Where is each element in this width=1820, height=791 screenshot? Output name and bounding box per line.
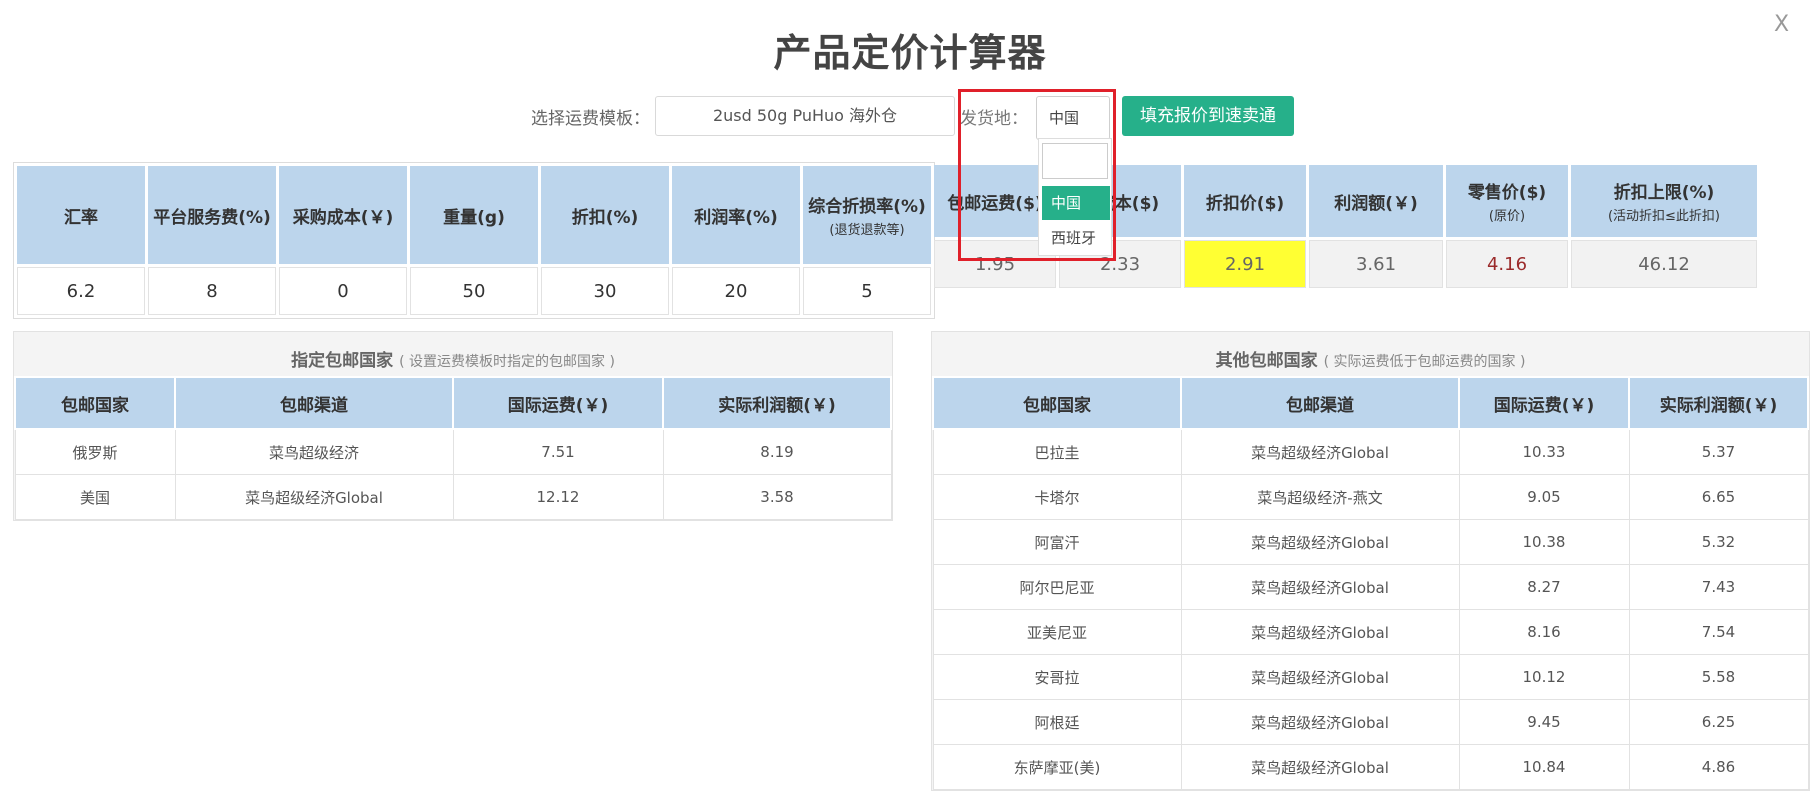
header-purchase-cost: 采购成本(￥)	[279, 166, 407, 264]
country-cell: 阿富汗	[932, 519, 1182, 565]
channel-cell: 菜鸟超级经济	[174, 428, 454, 475]
profit-cell: 8.19	[662, 428, 892, 475]
profit-cell: 6.65	[1628, 474, 1809, 520]
shipping-cell: 10.38	[1458, 519, 1630, 565]
profit-cell: 7.54	[1628, 609, 1809, 655]
table-row: 东萨摩亚(美) 菜鸟超级经济Global 10.84 4.86	[932, 744, 1809, 790]
discount-input[interactable]: 30	[541, 267, 669, 315]
designated-countries-panel: 指定包邮国家( 设置运费模板时指定的包邮国家 ) 包邮国家 包邮渠道 国际运费(…	[13, 331, 893, 521]
discount-cap-value: 46.12	[1571, 240, 1757, 288]
shipping-cell: 7.51	[452, 428, 664, 475]
col-country: 包邮国家	[14, 376, 176, 430]
header-discount-price: 折扣价($)	[1184, 165, 1306, 237]
fill-price-button[interactable]: 填充报价到速卖通	[1122, 96, 1294, 136]
header-profit: 利润额(￥)	[1309, 165, 1443, 237]
origin-label: 发货地：	[960, 109, 1028, 129]
template-label: 选择运费模板：	[531, 109, 650, 129]
shipping-cell: 10.33	[1458, 428, 1630, 475]
shipping-template-select[interactable]: 2usd 50g PuHuo 海外仓	[655, 96, 955, 136]
col-profit: 实际利润额(￥)	[1628, 376, 1809, 430]
dropdown-option-china[interactable]: 中国	[1042, 186, 1110, 220]
country-cell: 美国	[14, 474, 176, 520]
shipping-cell: 9.45	[1458, 699, 1630, 745]
page-title: 产品定价计算器	[773, 31, 1047, 75]
profit-value: 3.61	[1309, 240, 1443, 288]
origin-dropdown: 中国 西班牙	[1038, 138, 1112, 256]
table-row: 阿根廷 菜鸟超级经济Global 9.45 6.25	[932, 699, 1809, 745]
profit-cell: 5.58	[1628, 654, 1809, 700]
col-shipping: 国际运费(￥)	[452, 376, 664, 430]
service-fee-input[interactable]: 8	[148, 267, 276, 315]
profit-cell: 6.25	[1628, 699, 1809, 745]
channel-cell: 菜鸟超级经济Global	[1180, 519, 1460, 565]
table-row: 阿尔巴尼亚 菜鸟超级经济Global 8.27 7.43	[932, 564, 1809, 610]
retail-price-value: 4.16	[1446, 240, 1568, 288]
other-table: 包邮国家 包邮渠道 国际运费(￥) 实际利润额(￥) 巴拉圭 菜鸟超级经济Glob…	[932, 376, 1809, 790]
country-cell: 俄罗斯	[14, 428, 176, 475]
table-row: 巴拉圭 菜鸟超级经济Global 10.33 5.37	[932, 428, 1809, 475]
discount-price-value: 2.91	[1184, 240, 1306, 288]
col-profit: 实际利润额(￥)	[662, 376, 892, 430]
header-retail-price: 零售价($) (原价)	[1446, 165, 1568, 237]
channel-cell: 菜鸟超级经济Global	[1180, 564, 1460, 610]
header-service-fee: 平台服务费(%)	[148, 166, 276, 264]
col-shipping: 国际运费(￥)	[1458, 376, 1630, 430]
country-cell: 巴拉圭	[932, 428, 1182, 475]
loss-rate-input[interactable]: 5	[803, 267, 931, 315]
header-weight: 重量(g)	[410, 166, 538, 264]
channel-cell: 菜鸟超级经济Global	[1180, 428, 1460, 475]
table-row: 阿富汗 菜鸟超级经济Global 10.38 5.32	[932, 519, 1809, 565]
rate-input[interactable]: 6.2	[17, 267, 145, 315]
country-cell: 安哥拉	[932, 654, 1182, 700]
header-profit-rate: 利润率(%)	[672, 166, 800, 264]
purchase-cost-input[interactable]: 0	[279, 267, 407, 315]
shipping-cell: 8.27	[1458, 564, 1630, 610]
close-icon[interactable]: X	[1774, 12, 1789, 37]
col-channel: 包邮渠道	[174, 376, 454, 430]
dropdown-search-input[interactable]	[1042, 143, 1108, 179]
channel-cell: 菜鸟超级经济Global	[1180, 609, 1460, 655]
table-row: 美国 菜鸟超级经济Global 12.12 3.58	[14, 474, 892, 520]
col-channel: 包邮渠道	[1180, 376, 1460, 430]
header-rate: 汇率	[17, 166, 145, 264]
header-discount: 折扣(%)	[541, 166, 669, 264]
shipping-cell: 10.84	[1458, 744, 1630, 790]
shipping-cell: 8.16	[1458, 609, 1630, 655]
profit-cell: 5.32	[1628, 519, 1809, 565]
shipping-cell: 10.12	[1458, 654, 1630, 700]
designated-table: 包邮国家 包邮渠道 国际运费(￥) 实际利润额(￥) 俄罗斯 菜鸟超级经济 7.…	[14, 376, 892, 520]
profit-cell: 4.86	[1628, 744, 1809, 790]
country-cell: 东萨摩亚(美)	[932, 744, 1182, 790]
dropdown-option-spain[interactable]: 西班牙	[1042, 221, 1110, 255]
table-row: 俄罗斯 菜鸟超级经济 7.51 8.19	[14, 428, 892, 475]
other-countries-panel: 其他包邮国家( 实际运费低于包邮运费的国家 ) 包邮国家 包邮渠道 国际运费(￥…	[931, 331, 1810, 791]
origin-select[interactable]: 中国	[1036, 96, 1110, 140]
channel-cell: 菜鸟超级经济Global	[1180, 654, 1460, 700]
input-table: 汇率 平台服务费(%) 采购成本(￥) 重量(g) 折扣(%) 利润率(%) 综…	[13, 162, 935, 319]
profit-rate-input[interactable]: 20	[672, 267, 800, 315]
header-discount-cap: 折扣上限(%) (活动折扣≤此折扣)	[1571, 165, 1757, 237]
channel-cell: 菜鸟超级经济-燕文	[1180, 474, 1460, 520]
country-cell: 阿根廷	[932, 699, 1182, 745]
country-cell: 卡塔尔	[932, 474, 1182, 520]
channel-cell: 菜鸟超级经济Global	[1180, 744, 1460, 790]
col-country: 包邮国家	[932, 376, 1182, 430]
table-row: 亚美尼亚 菜鸟超级经济Global 8.16 7.54	[932, 609, 1809, 655]
shipping-cell: 9.05	[1458, 474, 1630, 520]
profit-cell: 5.37	[1628, 428, 1809, 475]
weight-input[interactable]: 50	[410, 267, 538, 315]
other-panel-title: 其他包邮国家( 实际运费低于包邮运费的国家 )	[1215, 351, 1526, 371]
profit-cell: 3.58	[662, 474, 892, 520]
country-cell: 阿尔巴尼亚	[932, 564, 1182, 610]
table-row: 安哥拉 菜鸟超级经济Global 10.12 5.58	[932, 654, 1809, 700]
channel-cell: 菜鸟超级经济Global	[1180, 699, 1460, 745]
shipping-cell: 12.12	[452, 474, 664, 520]
header-loss-rate: 综合折损率(%) (退货退款等)	[803, 166, 931, 264]
table-row: 卡塔尔 菜鸟超级经济-燕文 9.05 6.65	[932, 474, 1809, 520]
profit-cell: 7.43	[1628, 564, 1809, 610]
country-cell: 亚美尼亚	[932, 609, 1182, 655]
designated-panel-title: 指定包邮国家( 设置运费模板时指定的包邮国家 )	[291, 351, 615, 371]
channel-cell: 菜鸟超级经济Global	[174, 474, 454, 520]
